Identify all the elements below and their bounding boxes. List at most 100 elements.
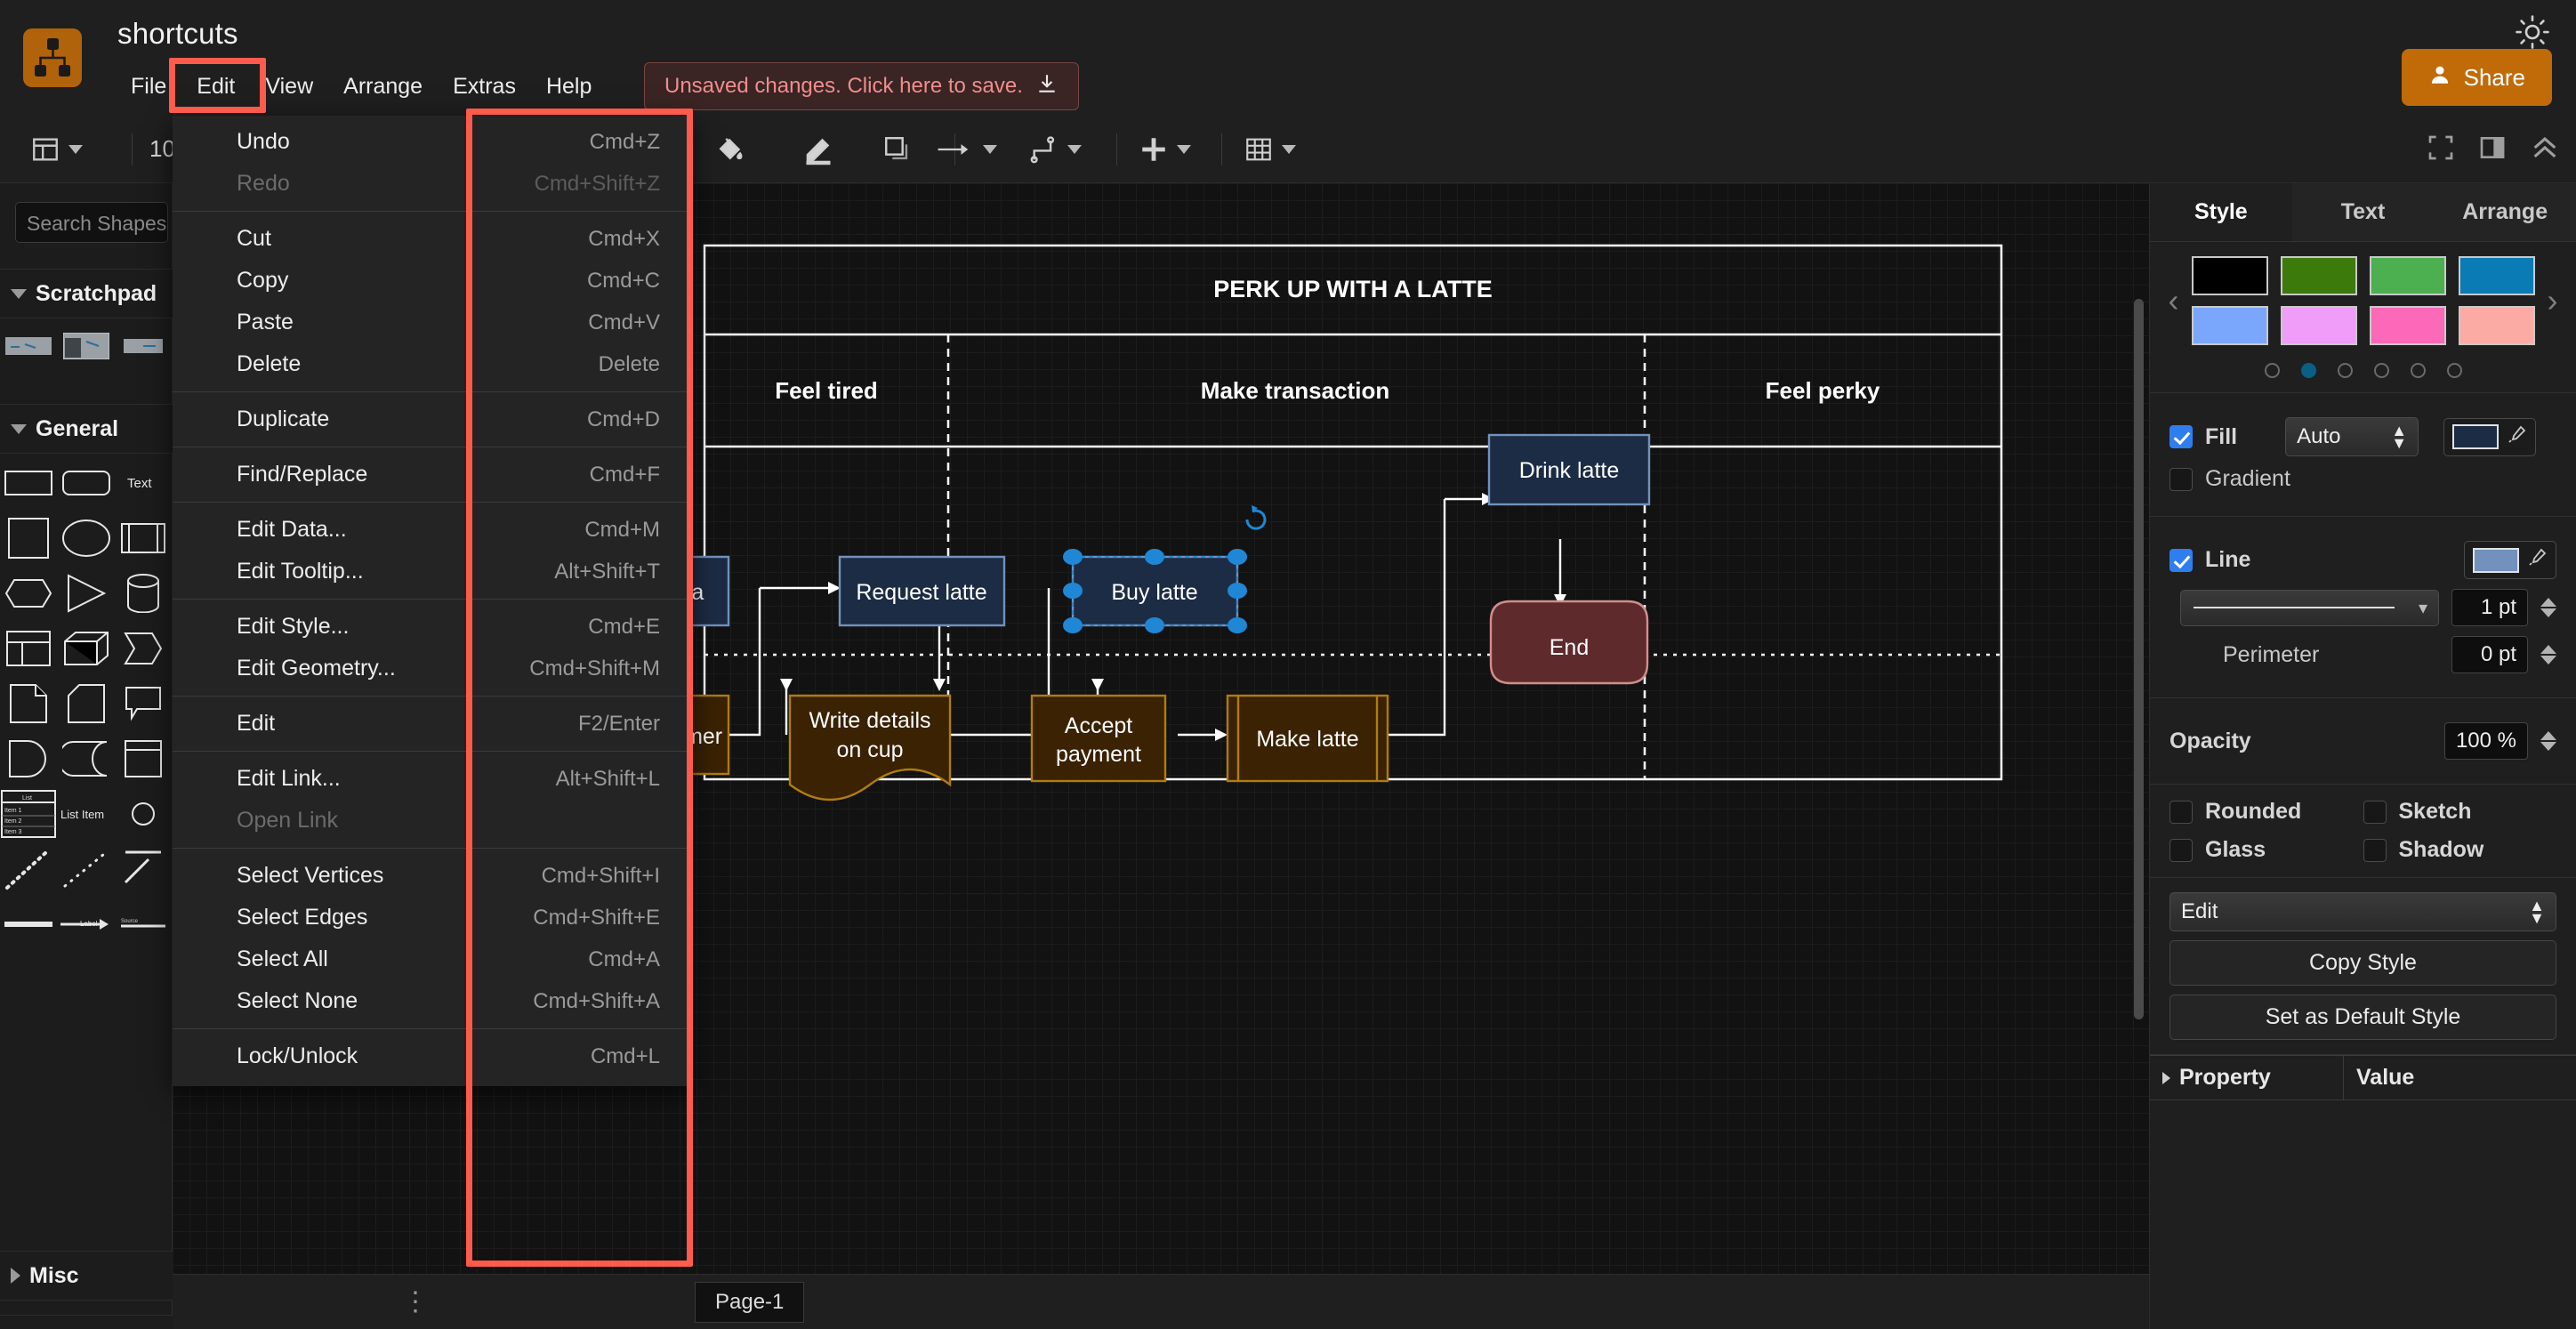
shape-card[interactable] <box>58 676 116 731</box>
menu-item-select-none[interactable]: Select None Cmd+Shift+A <box>173 980 692 1022</box>
insert-icon[interactable] <box>1128 116 1202 183</box>
shape-dotted-line[interactable] <box>58 842 116 897</box>
menu-edit[interactable]: Edit <box>181 69 250 104</box>
node-accept-payment[interactable]: Accept payment <box>1032 696 1165 781</box>
collapse-toolbar-icon[interactable] <box>2530 134 2560 165</box>
node-drink-latte[interactable]: Drink latte <box>1489 435 1649 504</box>
shape-labeled-arrow[interactable]: Label <box>58 897 116 952</box>
page-tab[interactable]: Page-1 <box>695 1282 804 1323</box>
shape-text[interactable]: Text <box>115 455 173 511</box>
shape-rounded-rectangle[interactable] <box>58 455 116 511</box>
swatch-violet[interactable] <box>2281 306 2357 345</box>
shape-diagonal-line[interactable] <box>115 842 173 897</box>
chevron-right-icon[interactable]: › <box>2535 282 2571 319</box>
menu-item-select-edges[interactable]: Select Edges Cmd+Shift+E <box>173 897 692 938</box>
node-request-latte[interactable]: Request latte <box>840 557 1004 625</box>
shape-circle-small[interactable] <box>115 786 173 842</box>
connection-arrow-icon[interactable] <box>925 116 1008 183</box>
edit-style-select[interactable]: Edit ▲▼ <box>2169 892 2556 931</box>
menu-item-paste[interactable]: Paste Cmd+V <box>173 302 692 343</box>
line-style-select[interactable]: ▾ <box>2180 590 2439 626</box>
swatch-pink[interactable] <box>2370 306 2446 345</box>
menu-item-delete[interactable]: Delete Delete <box>173 343 692 385</box>
perimeter-field[interactable]: 0 pt <box>2451 636 2528 673</box>
menu-item-select-vertices[interactable]: Select Vertices Cmd+Shift+I <box>173 855 692 897</box>
menu-view[interactable]: View <box>250 69 328 104</box>
menu-item-edit-tooltip[interactable]: Edit Tooltip... Alt+Shift+T <box>173 551 692 592</box>
menu-item-duplicate[interactable]: Duplicate Cmd+D <box>173 399 692 440</box>
menu-item-select-all[interactable]: Select All Cmd+A <box>173 938 692 980</box>
menu-item-find-replace[interactable]: Find/Replace Cmd+F <box>173 454 692 495</box>
fill-mode-select[interactable]: Auto ▲▼ <box>2285 417 2419 456</box>
shadow-icon[interactable] <box>872 116 923 183</box>
menu-item-edit-data[interactable]: Edit Data... Cmd+M <box>173 509 692 551</box>
perimeter-stepper[interactable] <box>2540 645 2556 664</box>
shape-cube[interactable] <box>58 621 116 676</box>
section-advanced[interactable]: Advanced <box>0 1315 173 1329</box>
fill-color-button[interactable] <box>2443 418 2536 456</box>
swatch-light-blue[interactable] <box>2192 306 2268 345</box>
shape-step[interactable] <box>115 621 173 676</box>
shape-square[interactable] <box>0 511 58 566</box>
menu-item-cut[interactable]: Cut Cmd+X <box>173 218 692 260</box>
shape-list[interactable]: ListItem 1Item 2Item 3 <box>0 786 58 842</box>
page-dot[interactable] <box>2265 363 2280 378</box>
sketch-checkbox[interactable] <box>2363 801 2387 824</box>
set-default-style-button[interactable]: Set as Default Style <box>2169 995 2556 1040</box>
section-scratchpad[interactable]: Scratchpad <box>0 269 173 318</box>
toggle-format-panel-icon[interactable] <box>2478 133 2507 166</box>
swatch-dark-green[interactable] <box>2281 256 2357 295</box>
menu-arrange[interactable]: Arrange <box>328 69 438 104</box>
fill-color-icon[interactable] <box>703 116 756 183</box>
tab-style[interactable]: Style <box>2150 183 2292 241</box>
line-checkbox[interactable] <box>2169 549 2193 572</box>
menu-item-edit-style[interactable]: Edit Style... Cmd+E <box>173 606 692 648</box>
share-button[interactable]: Share <box>2402 49 2552 106</box>
menu-item-undo[interactable]: Undo Cmd+Z <box>173 121 692 163</box>
swatch-black[interactable] <box>2192 256 2268 295</box>
node-end[interactable]: End <box>1491 601 1647 683</box>
shape-source-target-edge[interactable]: Source <box>115 897 173 952</box>
swatch-salmon[interactable] <box>2459 306 2535 345</box>
fullscreen-icon[interactable] <box>2427 133 2455 166</box>
fill-checkbox[interactable] <box>2169 425 2193 448</box>
menu-help[interactable]: Help <box>531 69 607 104</box>
node-make-latte[interactable]: Make latte <box>1228 696 1388 781</box>
shape-ellipse[interactable] <box>58 511 116 566</box>
kebab-menu-icon[interactable]: ⋮ <box>402 1286 428 1317</box>
menu-item-copy[interactable]: Copy Cmd+C <box>173 260 692 302</box>
rotate-handle-icon[interactable] <box>1247 505 1265 528</box>
vertical-scrollbar[interactable] <box>2134 299 2144 1019</box>
opacity-field[interactable]: 100 % <box>2444 722 2528 760</box>
shadow-checkbox[interactable] <box>2363 839 2387 862</box>
shape-solid-line[interactable] <box>0 897 58 952</box>
menu-item-edit[interactable]: Edit F2/Enter <box>173 703 692 745</box>
search-shapes-input[interactable]: Search Shapes <box>15 202 168 243</box>
page-dot-active[interactable] <box>2301 363 2316 378</box>
shape-item[interactable] <box>115 318 173 374</box>
shape-callout[interactable] <box>115 676 173 731</box>
page-dot[interactable] <box>2338 363 2353 378</box>
shape-hexagon[interactable] <box>0 566 58 621</box>
page-dot[interactable] <box>2374 363 2389 378</box>
glass-checkbox[interactable] <box>2169 839 2193 862</box>
shape-process[interactable] <box>115 511 173 566</box>
gradient-checkbox[interactable] <box>2169 468 2193 491</box>
zoom-level-label[interactable]: 10 <box>149 135 175 163</box>
chevron-left-icon[interactable]: ‹ <box>2156 282 2192 319</box>
shape-container[interactable] <box>115 731 173 786</box>
line-width-field[interactable]: 1 pt <box>2451 589 2528 626</box>
line-width-stepper[interactable] <box>2540 598 2556 617</box>
tab-arrange[interactable]: Arrange <box>2434 183 2576 241</box>
shape-table[interactable] <box>0 621 58 676</box>
menu-extras[interactable]: Extras <box>438 69 531 104</box>
shape-note[interactable] <box>0 676 58 731</box>
opacity-stepper[interactable] <box>2540 731 2556 751</box>
edit-dropdown-menu[interactable]: Undo Cmd+Z Redo Cmd+Shift+Z Cut Cmd+X Co… <box>173 116 692 1086</box>
node-write-details-on-cup[interactable]: Write details on cup <box>790 696 950 800</box>
section-misc[interactable]: Misc <box>0 1251 173 1301</box>
swatch-blue[interactable] <box>2459 256 2535 295</box>
shape-item[interactable] <box>0 318 58 374</box>
table-icon[interactable] <box>1233 116 1307 183</box>
node-buy-latte[interactable]: Buy latte <box>1073 557 1237 625</box>
